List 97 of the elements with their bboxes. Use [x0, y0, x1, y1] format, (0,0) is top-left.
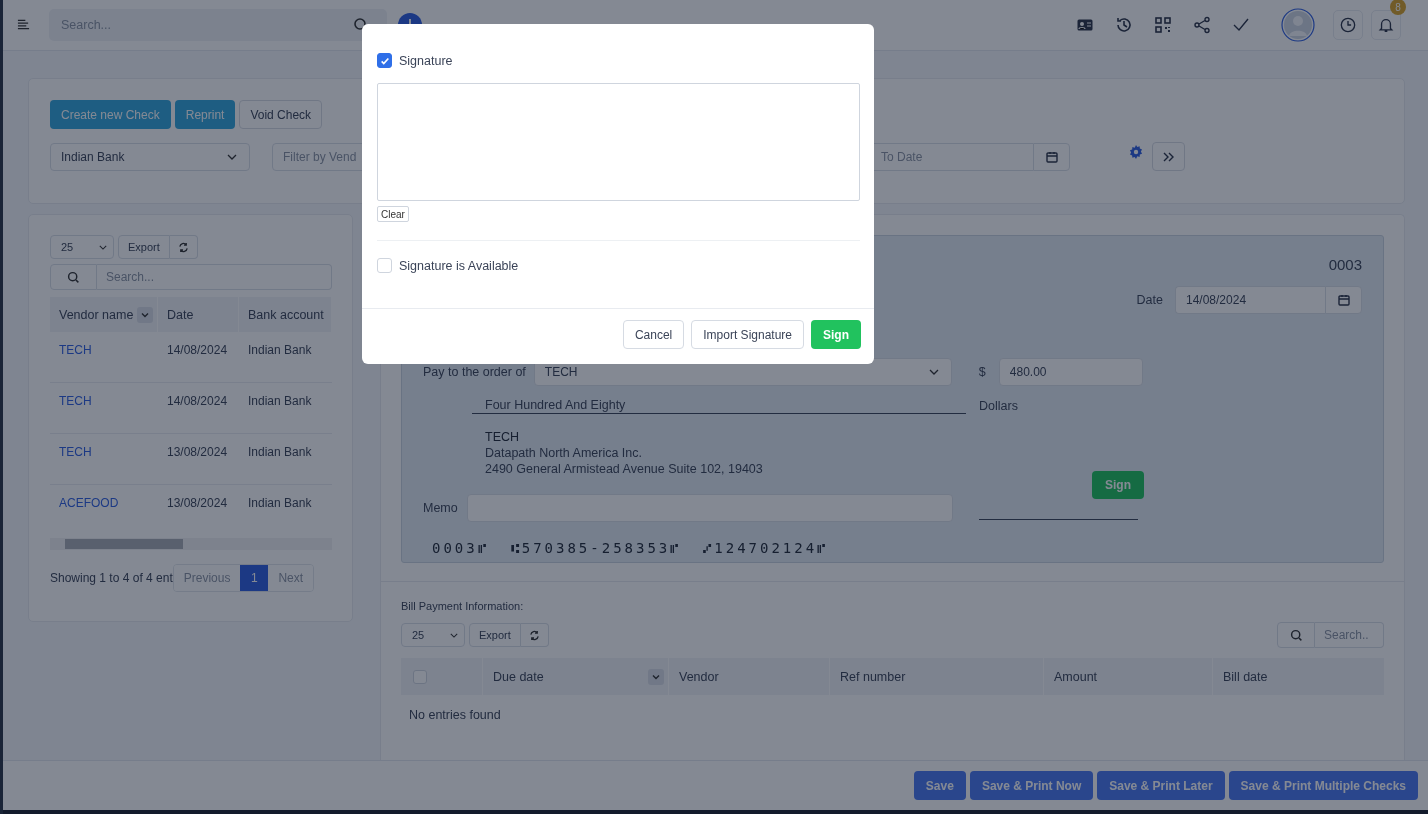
- export-button[interactable]: Export: [469, 623, 521, 647]
- search-button[interactable]: [1277, 622, 1315, 648]
- toolbar-button[interactable]: Void Check: [239, 100, 323, 129]
- sort-icon[interactable]: [137, 306, 154, 323]
- table-cell-text: 14/08/2024: [166, 343, 229, 357]
- currency-label: $: [978, 365, 986, 379]
- checkbox-label: Signature is Available: [399, 258, 519, 273]
- save-button[interactable]: Save & Print Later: [1097, 771, 1225, 800]
- vendor-link[interactable]: ACEFOOD: [59, 496, 119, 510]
- refresh-icon: [177, 241, 189, 253]
- refresh-button[interactable]: [520, 623, 549, 647]
- vendor-link[interactable]: TECH: [59, 343, 92, 357]
- chevron-down-icon: [928, 369, 939, 375]
- column-header[interactable]: Amount: [1054, 669, 1098, 684]
- qr-code-icon[interactable]: [1155, 17, 1171, 33]
- table-cell-text: 13/08/2024: [166, 445, 229, 459]
- save-button[interactable]: Save: [913, 771, 966, 800]
- column-header[interactable]: Date: [167, 307, 194, 322]
- clear-button[interactable]: Clear: [377, 206, 409, 222]
- date-label: Date: [1136, 293, 1163, 307]
- page-size-select[interactable]: 25: [401, 623, 465, 647]
- amount-in-words: Four Hundred And Eighty: [472, 398, 966, 414]
- notifications-button[interactable]: [1371, 10, 1401, 40]
- select-all-checkbox[interactable]: [413, 669, 427, 684]
- table-cell-text: Indian Bank: [247, 343, 313, 357]
- section-title: Bill Payment Information:: [401, 600, 525, 612]
- id-card-icon[interactable]: [1077, 19, 1093, 31]
- avatar-icon[interactable]: [1281, 8, 1315, 42]
- table-cell-text: 13/08/2024: [166, 496, 229, 510]
- pay-to-label: Pay to the order of: [423, 365, 526, 379]
- table-cell-text: Indian Bank: [247, 496, 313, 510]
- sort-icon[interactable]: [648, 668, 664, 685]
- chevron-down-icon: [227, 153, 237, 160]
- toolbar-button[interactable]: Reprint: [174, 100, 236, 129]
- check-date-field[interactable]: 14/08/2024: [1175, 286, 1325, 314]
- bank-select[interactable]: Indian Bank: [50, 142, 250, 171]
- column-header[interactable]: Ref number: [840, 669, 906, 684]
- signature-checkbox[interactable]: [377, 53, 392, 68]
- pagination-button[interactable]: 1: [240, 565, 269, 591]
- entries-info: Showing 1 to 4 of 4 ent: [50, 571, 173, 585]
- chevron-down-icon: [450, 632, 458, 638]
- horizontal-scrollbar[interactable]: [50, 538, 332, 550]
- clock-icon: [1340, 17, 1356, 33]
- table-search-field[interactable]: Search...: [97, 264, 332, 290]
- checkbox-label: Signature: [399, 53, 453, 68]
- column-header[interactable]: Vendor name: [59, 307, 134, 322]
- save-button[interactable]: Save & Print Multiple Checks: [1228, 771, 1418, 800]
- vendor-link[interactable]: TECH: [59, 445, 92, 459]
- dialog-button[interactable]: Import Signature: [691, 320, 804, 349]
- dollars-label: Dollars: [979, 399, 1018, 413]
- search-icon: [1289, 628, 1303, 642]
- bell-icon: [1378, 17, 1394, 33]
- check-number: 0003: [1328, 256, 1362, 273]
- double-chevron-icon: [1162, 151, 1175, 162]
- payee-address-line: TECH: [485, 429, 521, 445]
- column-header[interactable]: Due date: [493, 669, 544, 684]
- settings-icon[interactable]: [1129, 144, 1143, 159]
- table-cell-text: 14/08/2024: [166, 394, 229, 408]
- save-button[interactable]: Save & Print Now: [969, 771, 1094, 800]
- refresh-button[interactable]: [169, 235, 198, 259]
- table-search-field[interactable]: Search..: [1315, 622, 1384, 648]
- table-cell-text: Indian Bank: [247, 445, 313, 459]
- expand-button[interactable]: [1152, 142, 1185, 171]
- payee-address-line: Datapath North America Inc.: [485, 445, 644, 461]
- column-header[interactable]: Bank account: [248, 307, 324, 322]
- clock-button[interactable]: [1333, 10, 1363, 40]
- checkmark-icon[interactable]: [1233, 18, 1249, 32]
- memo-label: Memo: [423, 501, 458, 515]
- column-header[interactable]: Vendor: [679, 669, 719, 684]
- export-button[interactable]: Export: [118, 235, 170, 259]
- dialog-button[interactable]: Sign: [811, 320, 861, 349]
- toolbar-button[interactable]: Create new Check: [50, 100, 171, 129]
- vendor-link[interactable]: TECH: [59, 394, 92, 408]
- refresh-icon: [528, 629, 540, 641]
- signature-available-checkbox[interactable]: [377, 258, 392, 273]
- empty-table-message: No entries found: [408, 707, 502, 724]
- micr-code: 0003⑈: [432, 540, 489, 556]
- chevron-down-icon: [99, 244, 107, 250]
- column-header[interactable]: Bill date: [1223, 669, 1268, 684]
- menu-icon[interactable]: [17, 19, 30, 31]
- checkmark-icon: [379, 55, 390, 66]
- search-icon: [67, 270, 80, 284]
- page-size-select[interactable]: 25: [50, 235, 114, 259]
- calendar-button[interactable]: [1325, 286, 1362, 314]
- amount-field[interactable]: 480.00: [998, 358, 1143, 386]
- search-button[interactable]: [50, 264, 97, 290]
- calendar-icon: [1337, 294, 1350, 306]
- notification-count-badge: 8: [1390, 0, 1406, 15]
- micr-code: ⑇124702124⑈: [703, 540, 829, 556]
- table-cell-text: Indian Bank: [247, 394, 313, 408]
- payee-address-line: 2490 General Armistead Avenue Suite 102, 19403: [485, 461, 764, 477]
- dialog-button[interactable]: Cancel: [622, 320, 685, 349]
- share-icon[interactable]: [1193, 16, 1211, 34]
- history-icon[interactable]: [1115, 16, 1133, 34]
- calendar-icon: [1045, 150, 1058, 163]
- calendar-button[interactable]: [1033, 142, 1070, 171]
- micr-code: ⑆570385-258353⑈: [510, 540, 682, 556]
